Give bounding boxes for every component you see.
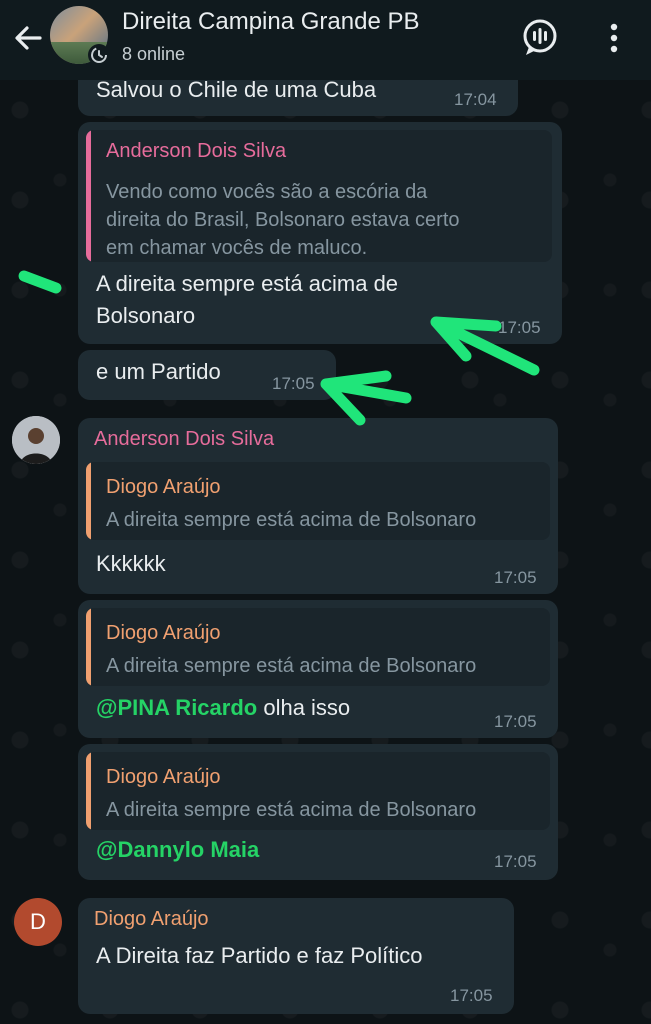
message-bubble[interactable]: Anderson Dois Silva Diogo Araújo A direi… — [78, 418, 558, 594]
quote-author: Diogo Araújo — [106, 622, 221, 644]
message-time: 17:05 — [272, 374, 315, 393]
message-text-line: Bolsonaro — [96, 303, 196, 328]
message-bubble[interactable]: Anderson Dois Silva Vendo como vocês são… — [78, 122, 562, 344]
avatar-letter: D — [30, 909, 46, 934]
sync-icon — [88, 44, 110, 66]
message-time: 17:05 — [450, 986, 493, 1005]
message-time: 17:04 — [454, 90, 497, 109]
message-bubble[interactable]: Diogo Araújo A Direita faz Partido e faz… — [78, 898, 514, 1014]
reply-quote[interactable]: Diogo Araújo A direita sempre está acima… — [86, 608, 550, 686]
quote-text: A direita sempre está acima de Bolsonaro — [106, 799, 477, 821]
reply-quote[interactable]: Diogo Araújo A direita sempre está acima… — [86, 462, 550, 540]
quote-text: A direita sempre está acima de Bolsonaro — [106, 509, 477, 531]
message-text: @Dannylo Maia — [96, 834, 259, 866]
message-time: 17:05 — [498, 318, 541, 337]
voice-chat-icon — [523, 19, 557, 55]
quote-author: Diogo Araújo — [106, 766, 221, 788]
more-options-button[interactable] — [594, 16, 634, 60]
group-title[interactable]: Direita Campina Grande PB — [122, 8, 419, 36]
back-button[interactable] — [10, 18, 50, 58]
user-avatar[interactable]: D — [14, 898, 62, 946]
user-avatar[interactable] — [12, 416, 60, 464]
message-bubble[interactable]: e um Partido 17:05 — [78, 350, 336, 400]
quote-text-line: Vendo como vocês são a escória da — [106, 181, 428, 203]
voice-chat-button[interactable] — [520, 16, 560, 60]
more-vertical-icon — [610, 23, 618, 53]
message-bubble[interactable]: Diogo Araújo A direita sempre está acima… — [78, 600, 558, 738]
message-time: 17:05 — [494, 712, 537, 731]
message-text: e um Partido — [96, 359, 221, 384]
arrow-left-icon — [15, 26, 42, 50]
quote-author: Diogo Araújo — [106, 476, 221, 498]
quote-text-line: direita do Brasil, Bolsonaro estava cert… — [106, 209, 460, 231]
quote-text-line: em chamar vocês de maluco. — [106, 237, 368, 259]
message-text-line: A direita sempre está acima de — [96, 271, 399, 296]
message-time: 17:05 — [494, 852, 537, 871]
message-text: @PINA Ricardo olha isso — [96, 692, 350, 724]
mention-link[interactable]: @Dannylo Maia — [96, 837, 259, 862]
message-text: A Direita faz Partido e faz Político — [96, 943, 423, 968]
quote-bar — [86, 130, 91, 262]
sender-name[interactable]: Diogo Araújo — [94, 908, 209, 931]
quote-bar — [86, 608, 91, 686]
mention-link[interactable]: @PINA Ricardo — [96, 695, 257, 720]
chat-header: Direita Campina Grande PB 8 online — [0, 0, 651, 80]
message-text-rest: olha isso — [257, 695, 351, 720]
online-count: 8 online — [122, 44, 186, 64]
person-photo-icon — [12, 416, 60, 464]
message-text: Kkkkkk — [96, 551, 166, 576]
sender-name[interactable]: Anderson Dois Silva — [94, 428, 274, 451]
message-time: 17:05 — [494, 568, 537, 587]
quote-bar — [86, 752, 91, 830]
quote-text: A direita sempre está acima de Bolsonaro — [106, 655, 477, 677]
reply-quote[interactable]: Diogo Araújo A direita sempre está acima… — [86, 752, 550, 830]
quote-bar — [86, 462, 91, 540]
reply-quote[interactable]: Anderson Dois Silva Vendo como vocês são… — [86, 130, 552, 262]
message-bubble[interactable]: Diogo Araújo A direita sempre está acima… — [78, 744, 558, 880]
quote-author: Anderson Dois Silva — [106, 140, 287, 162]
